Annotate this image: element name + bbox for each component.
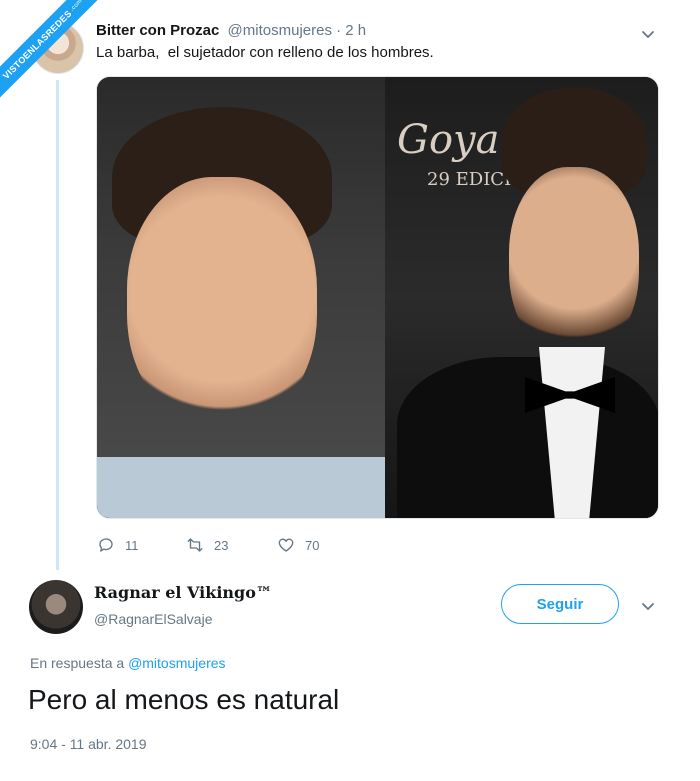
author-name[interactable]: Bitter con Prozac: [96, 22, 219, 39]
watermark-ribbon: VISTOENLASREDES.com: [0, 0, 110, 110]
photo-detail: [97, 457, 385, 518]
chevron-down-icon[interactable]: [640, 598, 656, 614]
reply-action[interactable]: 11: [97, 536, 139, 554]
author-handle[interactable]: @RagnarElSalvaje: [94, 611, 213, 627]
photo-detail: [509, 167, 639, 357]
tweet-text: La barba, el sujetador con relleno de lo…: [96, 44, 434, 61]
retweet-action[interactable]: 23: [186, 536, 228, 554]
photo-detail: [127, 177, 317, 427]
tweet-text: Pero al menos es natural: [28, 684, 340, 715]
follow-button[interactable]: Seguir: [501, 584, 619, 624]
chevron-down-icon[interactable]: [640, 26, 656, 42]
reply-context: En respuesta a @mitosmujeres: [30, 655, 226, 671]
tweet-photo[interactable]: Goya 29 EDICIÓN: [96, 76, 659, 519]
photo-logo-text: Goya: [397, 117, 500, 163]
thread-line: [56, 80, 59, 570]
watermark-text: VISTOENLASREDES.com: [0, 0, 110, 107]
reply-count: 11: [125, 537, 139, 553]
retweet-icon: [187, 538, 203, 552]
tweet-timestamp[interactable]: 9:04 - 11 abr. 2019: [30, 736, 147, 752]
reply-icon: [99, 538, 113, 552]
author-name[interactable]: Ragnar el Vikingo™: [94, 583, 272, 602]
tweet-header: Bitter con Prozac @mitosmujeres · 2 h: [96, 22, 366, 39]
like-action[interactable]: 70: [277, 536, 319, 554]
reply-mention-link[interactable]: @mitosmujeres: [128, 655, 225, 671]
avatar[interactable]: [29, 580, 83, 634]
retweet-count: 23: [214, 537, 229, 553]
like-icon: [278, 538, 294, 552]
author-meta: @mitosmujeres · 2 h: [227, 22, 367, 39]
reply-prefix: En respuesta a: [30, 655, 125, 671]
like-count: 70: [305, 537, 320, 553]
